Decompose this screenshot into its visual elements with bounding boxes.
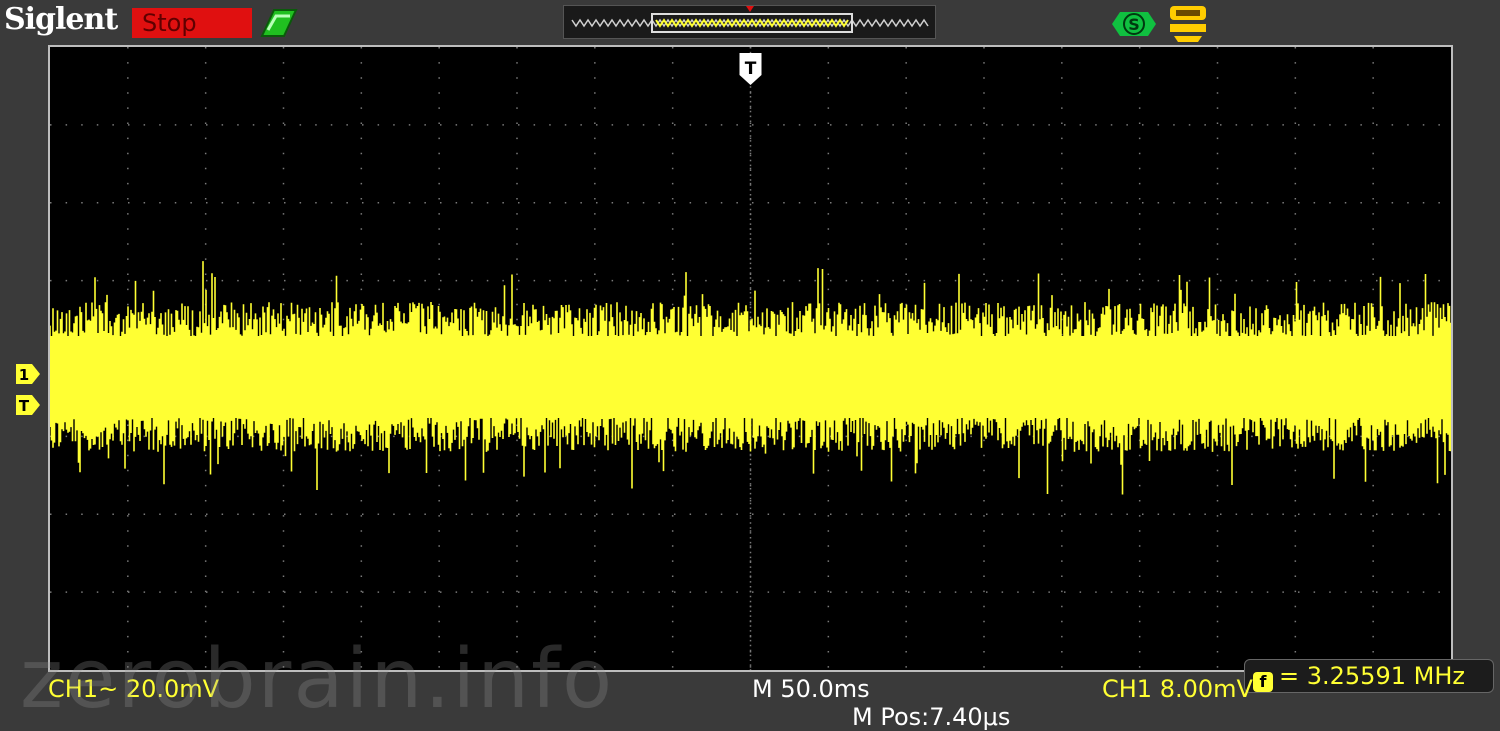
frequency-icon: f <box>1253 672 1273 692</box>
run-indicator-icon <box>256 4 302 42</box>
ch1-ground-marker[interactable]: 1 <box>16 364 40 384</box>
trigger-level-label: CH1 ⁡8.00mV <box>1102 675 1253 703</box>
svg-text:T: T <box>19 397 30 415</box>
frequency-value: = 3.25591 MHz <box>1279 662 1465 690</box>
timebase-label: M 50.0ms <box>752 675 870 703</box>
svg-text:S: S <box>1128 15 1140 34</box>
brand-logo: Siglent <box>4 2 118 37</box>
horizontal-position-label: M Pos:7.40μs <box>852 703 1011 731</box>
run-status-badge[interactable]: Stop <box>132 8 252 38</box>
trigger-position-marker[interactable]: T <box>739 53 762 85</box>
s-mode-icon: S <box>1110 6 1158 42</box>
trigger-level-marker[interactable]: T <box>16 395 40 415</box>
waveform-display[interactable]: T f = 3.25591 MHz <box>48 45 1494 693</box>
memory-overview-bar <box>563 5 936 39</box>
svg-text:T: T <box>745 59 757 79</box>
svg-text:1: 1 <box>19 366 29 384</box>
frequency-readout: f = 3.25591 MHz <box>1244 659 1494 693</box>
trigger-mode-icon <box>1166 4 1210 44</box>
ch1-scale-label: CH1~ 20.0mV <box>48 675 220 703</box>
